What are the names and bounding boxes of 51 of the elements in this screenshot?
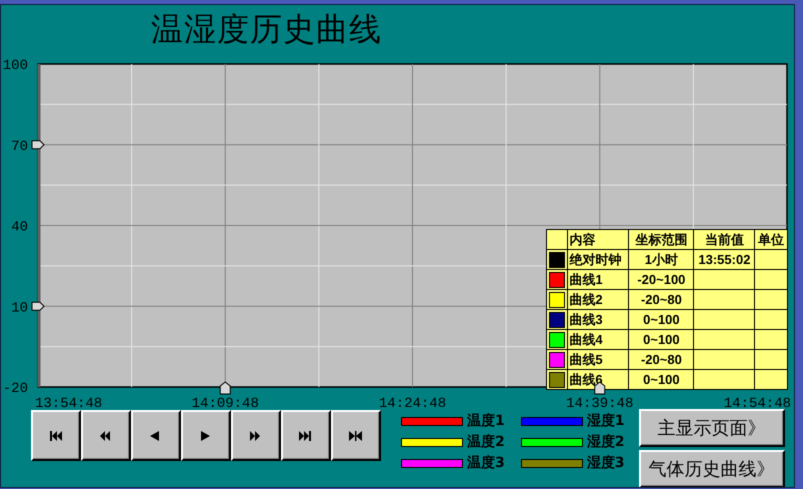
legend-label: 湿度1 [586,412,624,430]
playback-button[interactable] [231,410,281,461]
column-header: 坐标范围 [628,230,694,250]
nav-button[interactable]: 主显示页面》 [638,409,784,447]
playback-button[interactable] [31,410,81,461]
x-axis-label: 14:39:48 [566,396,634,410]
table-cell: -20~80 [628,290,694,310]
nav-button[interactable]: 气体历史曲线》 [638,450,784,487]
column-header: 单位 [754,230,788,250]
table-cell: 曲线3 [568,310,629,330]
page-title: 温湿度历史曲线 [151,9,382,50]
column-header: 内容 [568,230,629,250]
legend-label: 湿度3 [586,454,624,472]
y-axis-label: -20 [2,381,28,397]
legend-label: 温度1 [467,412,505,430]
table-cell: 0~100 [628,330,694,350]
rewind-icon [99,430,113,442]
y-axis-label: 70 [11,138,28,155]
cursor-handle[interactable] [32,140,45,150]
table-cell: 0~100 [628,370,694,390]
legend-label: 温度2 [467,433,505,451]
x-axis-label: 14:09:48 [192,396,259,410]
table-cell: 曲线1 [568,270,629,290]
fast-forward-icon [249,430,263,442]
playback-button[interactable] [81,410,131,461]
legend-label: 温度3 [467,454,505,472]
x-axis-label: 14:54:48 [724,396,791,410]
x-axis-label: 14:24:48 [378,396,446,410]
playback-button[interactable] [131,410,181,461]
playback-button[interactable] [331,410,381,461]
table-cell: 曲线4 [568,330,629,350]
bowtie-icon [349,430,363,442]
y-axis-label: 10 [11,300,28,316]
table-cell: 曲线5 [568,350,629,370]
playback-button[interactable] [281,410,331,461]
table-cell: 0~100 [628,310,694,330]
y-axis-label: 100 [2,58,28,74]
skip-end-icon [299,430,313,442]
table-cell: 1小时 [628,250,694,270]
y-axis-label: 40 [11,220,28,236]
table-cell: 曲线2 [568,290,629,310]
x-axis-label: 13:54:48 [35,396,102,410]
skip-start-icon [49,430,63,442]
legend-label: 湿度2 [586,433,624,451]
table-cell: 绝对时钟 [568,250,629,270]
table-cell: -20~100 [628,270,694,290]
playback-button[interactable] [181,410,231,461]
column-header: 当前值 [694,230,755,250]
table-cell: -20~80 [628,350,694,370]
cursor-handle[interactable] [32,302,45,311]
table-cell: 13:55:02 [694,250,755,270]
